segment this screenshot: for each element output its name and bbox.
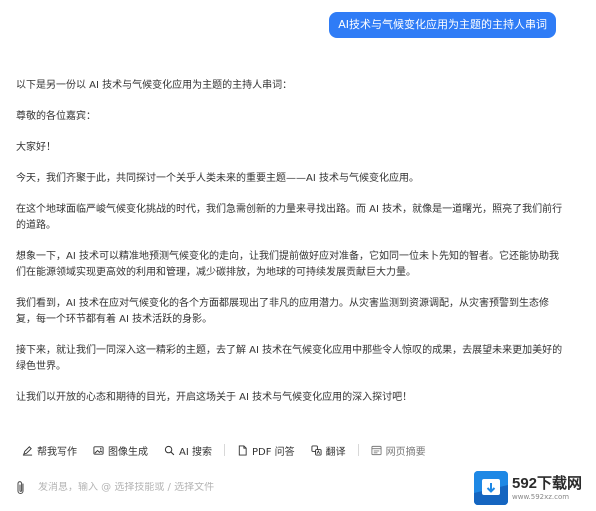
search-icon xyxy=(164,445,175,455)
image-generate-label: 图像生成 xyxy=(108,446,148,458)
webpage-summary-button[interactable]: 网页摘要 xyxy=(365,440,432,460)
attach-button[interactable] xyxy=(14,479,28,495)
translate-button[interactable]: 翻译 xyxy=(305,440,352,460)
pdf-qa-label: PDF 问答 xyxy=(251,446,295,458)
image-icon xyxy=(93,445,104,455)
message-composer xyxy=(14,476,474,498)
answer-paragraph: 想象一下，AI 技术可以精准地预测气候变化的走向，让我们提前做好应对准备，它如同… xyxy=(16,251,559,278)
answer-paragraph: 在这个地球面临严峻气候变化挑战的时代，我们急需创新的力量来寻找出路。而 AI 技… xyxy=(16,204,563,231)
webpage-icon xyxy=(371,445,382,455)
ai-search-button[interactable]: AI 搜索 xyxy=(158,440,218,460)
answer-paragraph: 接下来，就让我们一同深入这一精彩的主题，去了解 AI 技术在气候变化应用中那些令… xyxy=(16,345,563,372)
watermark-logo xyxy=(474,471,508,505)
toolbar-divider xyxy=(223,444,225,456)
answer-paragraph: 大家好！ xyxy=(16,142,56,153)
answer-paragraph: 以下是另一份以 AI 技术与气候变化应用为主题的主持人串词： xyxy=(16,80,293,91)
pdf-qa-button[interactable]: PDF 问答 xyxy=(231,440,301,460)
site-watermark: 592下载网 www.592xz.com xyxy=(474,471,592,505)
answer-paragraph: 让我们以开放的心态和期待的目光，开启这场关于 AI 技术与气候变化应用的深入探讨… xyxy=(16,392,413,403)
translate-icon xyxy=(311,444,322,456)
message-input[interactable] xyxy=(38,481,474,493)
answer-paragraph: 尊敬的各位嘉宾： xyxy=(16,111,96,122)
ai-search-label: AI 搜索 xyxy=(179,446,212,458)
translate-label: 翻译 xyxy=(325,446,346,458)
webpage-summary-label: 网页摘要 xyxy=(385,446,426,458)
skill-toolbar: 帮我写作 图像生成 AI 搜索 PDF 问答 翻译 网页摘要 xyxy=(16,440,432,460)
write-assist-label: 帮我写作 xyxy=(37,446,77,458)
toolbar-divider xyxy=(357,444,359,456)
write-assist-button[interactable]: 帮我写作 xyxy=(16,440,83,460)
image-generate-button[interactable]: 图像生成 xyxy=(87,440,154,460)
pdf-icon xyxy=(238,444,247,456)
paperclip-icon xyxy=(17,480,24,494)
watermark-title: 592下载网 xyxy=(512,474,583,492)
answer-paragraph: 我们看到，AI 技术在应对气候变化的各个方面都展现出了非凡的应用潜力。从灾害监测… xyxy=(16,298,549,325)
answer-paragraph: 今天，我们齐聚于此，共同探讨一个关乎人类未来的重要主题——AI 技术与气候变化应… xyxy=(16,173,419,184)
pen-icon xyxy=(22,445,33,456)
watermark-url: www.592xz.com xyxy=(512,492,570,501)
user-message-bubble: AI技术与气候变化应用为主题的主持人串词 xyxy=(329,12,556,38)
assistant-answer: 以下是另一份以 AI 技术与气候变化应用为主题的主持人串词： 尊敬的各位嘉宾： … xyxy=(16,78,564,421)
